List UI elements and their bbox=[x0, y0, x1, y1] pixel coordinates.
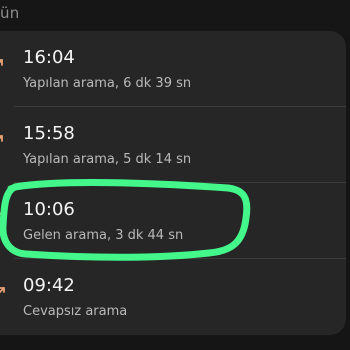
call-time: 10:06 bbox=[23, 199, 75, 220]
call-detail: Gelen arama, 3 dk 44 sn bbox=[23, 228, 184, 243]
call-time: 15:58 bbox=[23, 123, 75, 144]
date-section-header: ün bbox=[0, 0, 350, 34]
call-entry-2[interactable]: 15:58 Yapılan arama, 5 dk 14 sn bbox=[0, 107, 346, 183]
call-detail: Cevapsız arama bbox=[23, 304, 128, 319]
outgoing-call-icon bbox=[0, 59, 3, 66]
call-entry-1[interactable]: 16:04 Yapılan arama, 6 dk 39 sn bbox=[0, 31, 346, 107]
call-history-screen: ün 16:04 Yapılan arama, 6 dk 39 sn 15:58… bbox=[0, 0, 350, 350]
call-time: 09:42 bbox=[23, 275, 75, 296]
date-section-label: ün bbox=[0, 4, 20, 22]
outgoing-call-icon bbox=[0, 135, 3, 142]
call-entry-3[interactable]: 10:06 Gelen arama, 3 dk 44 sn bbox=[0, 183, 346, 259]
incoming-call-icon bbox=[0, 211, 3, 216]
call-detail: Yapılan arama, 6 dk 39 sn bbox=[23, 76, 192, 91]
call-history-card: 16:04 Yapılan arama, 6 dk 39 sn 15:58 Ya… bbox=[0, 31, 346, 335]
call-entry-4[interactable]: 09:42 Cevapsız arama bbox=[0, 259, 346, 335]
missed-call-icon bbox=[0, 287, 5, 294]
call-detail: Yapılan arama, 5 dk 14 sn bbox=[23, 152, 192, 167]
call-time: 16:04 bbox=[23, 47, 75, 68]
